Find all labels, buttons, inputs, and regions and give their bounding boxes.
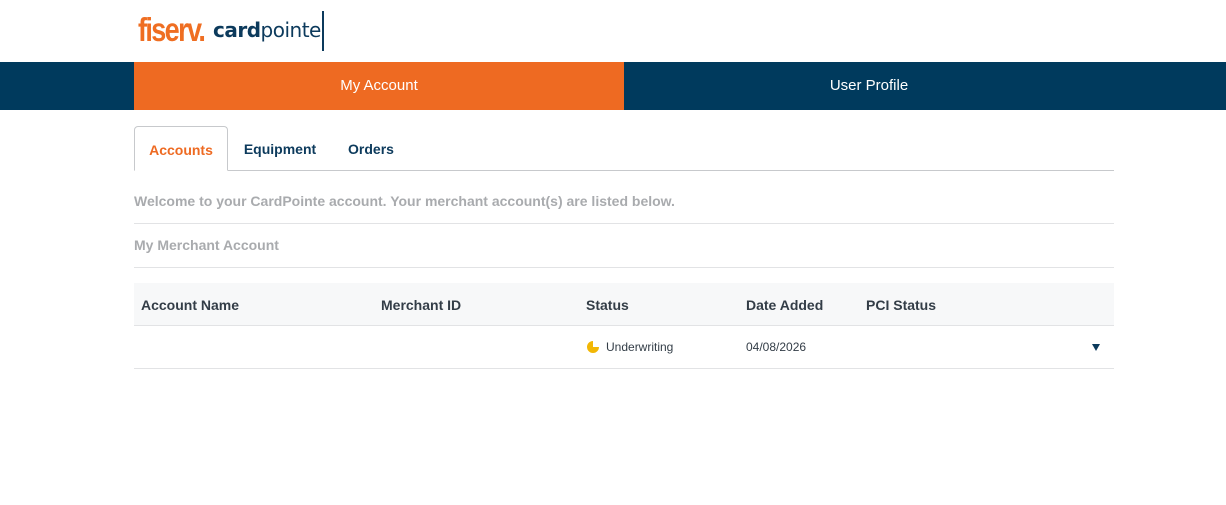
nav-tab-user-profile[interactable]: User Profile	[624, 62, 1114, 110]
tab-orders[interactable]: Orders	[334, 126, 408, 170]
tab-accounts[interactable]: Accounts	[134, 126, 228, 171]
tab-equipment[interactable]: Equipment	[232, 126, 328, 170]
column-header-pci-status: PCI Status	[866, 297, 937, 313]
cardpointe-logo-bold: card	[213, 18, 261, 42]
cell-date-added: 04/08/2026	[746, 340, 807, 354]
status-text: Underwriting	[606, 340, 674, 354]
table-row[interactable]: Underwriting 04/08/2026	[134, 326, 1114, 369]
cell-status: Underwriting	[586, 326, 673, 368]
nav-tab-my-account[interactable]: My Account	[134, 62, 624, 110]
cardpointe-logo: cardpointe	[213, 16, 321, 44]
top-navigation: My Account User Profile	[0, 62, 1226, 110]
section-title: My Merchant Account	[134, 234, 1114, 268]
column-header-account-name: Account Name	[141, 297, 240, 313]
column-header-merchant-id: Merchant ID	[381, 297, 462, 313]
fiserv-logo: fiserv.	[138, 11, 206, 48]
cardpointe-logo-light: pointe	[260, 18, 322, 42]
column-header-status: Status	[586, 297, 629, 313]
account-subtabs: Accounts Equipment Orders	[134, 126, 1114, 171]
caret-down-icon[interactable]	[1090, 340, 1102, 352]
logo-divider	[322, 11, 324, 51]
app-header: fiserv. cardpointe	[0, 0, 1226, 62]
welcome-message: Welcome to your CardPointe account. Your…	[134, 190, 1114, 224]
table-header: Account Name Merchant ID Status Date Add…	[134, 283, 1114, 326]
half-moon-icon	[586, 340, 600, 354]
column-header-date-added: Date Added	[746, 297, 824, 313]
